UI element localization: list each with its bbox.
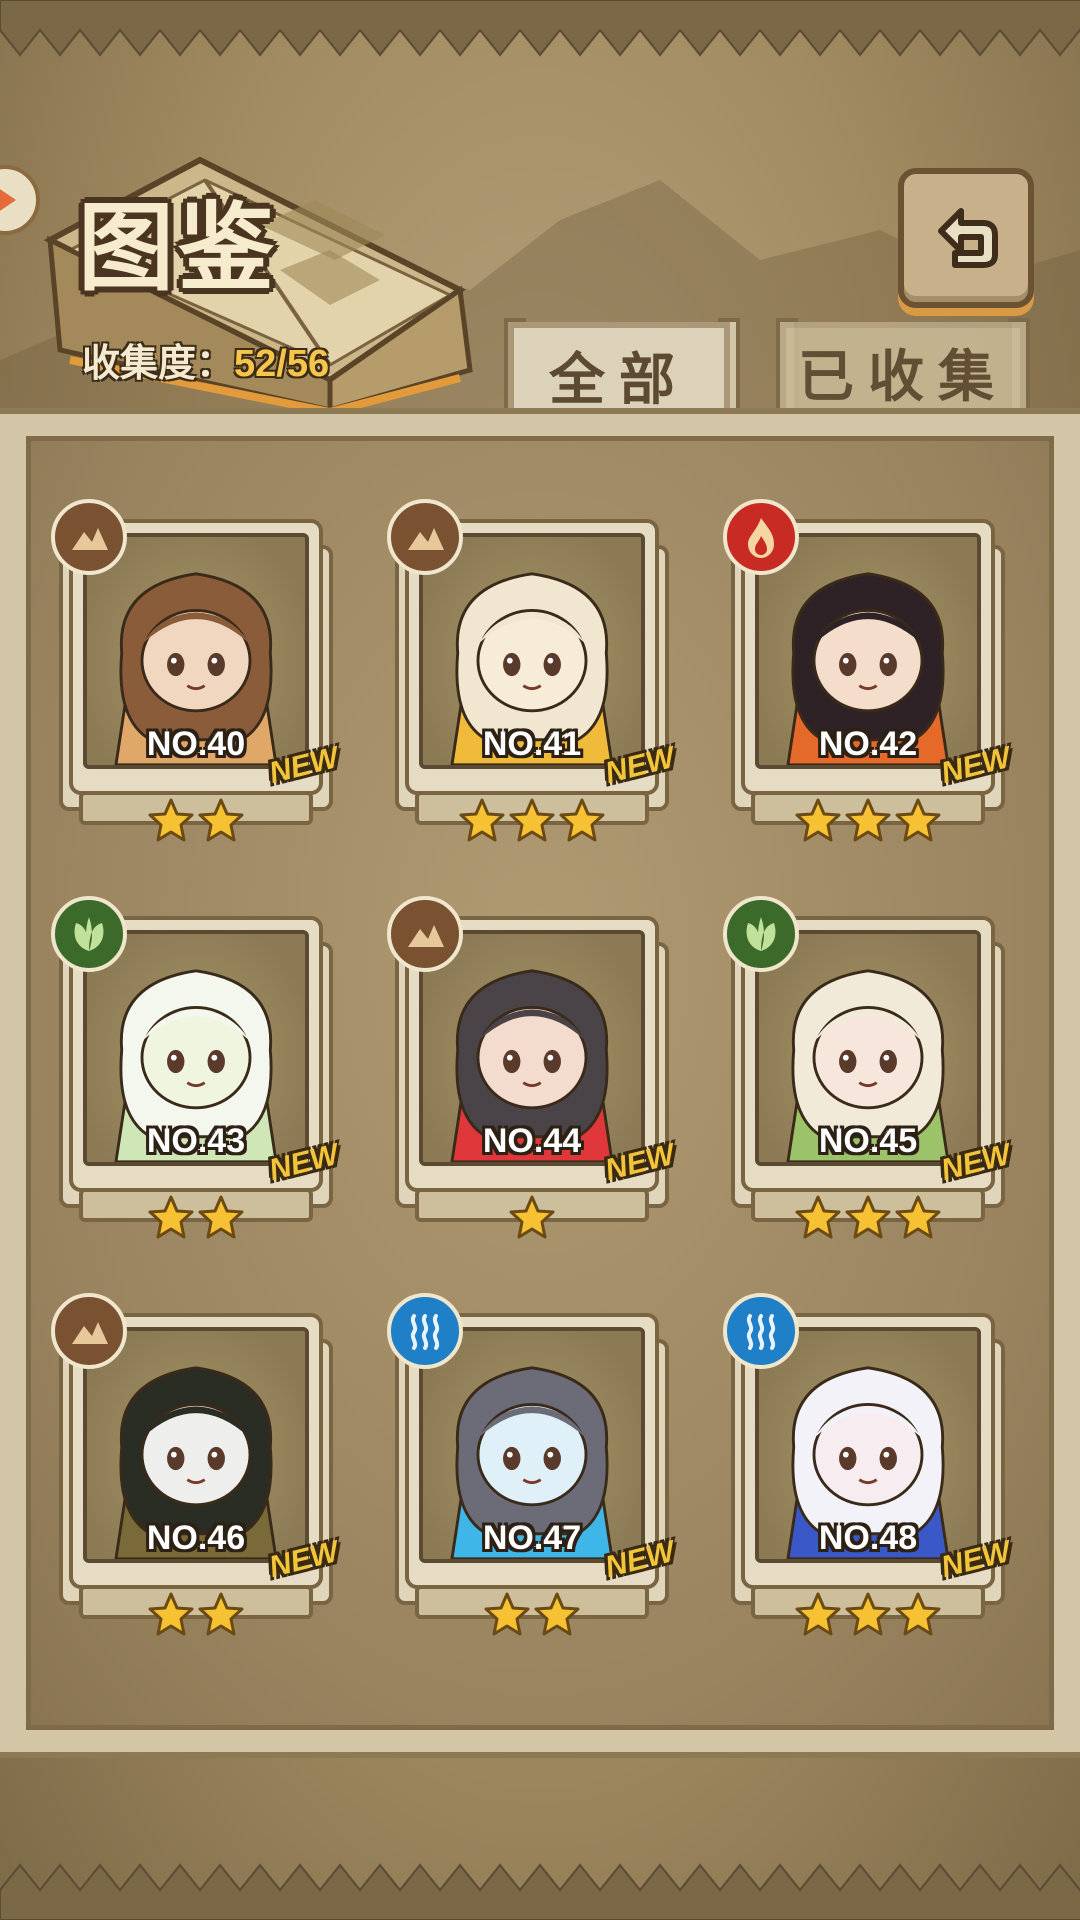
star-icon [559,798,605,842]
collection-progress: 收集度：52/56 [82,332,329,387]
rarity-stars [387,1194,677,1242]
star-icon [509,1195,555,1239]
collection-card[interactable]: NO.47 NEW [387,1293,678,1653]
star-icon [895,1592,941,1636]
water-icon [387,1293,463,1369]
back-button[interactable] [898,168,1034,308]
card-panel: NO.40NEW NO.41NEW NO.42NEW NO.43NEW [0,408,1080,1758]
earth-icon [51,499,127,575]
collection-card[interactable]: NO.41 NEW [387,499,678,859]
star-icon [845,798,891,842]
star-icon [895,1195,941,1239]
star-icon [509,798,555,842]
star-icon [895,798,941,842]
earth-icon [51,1293,127,1369]
collection-card[interactable]: NO.45 NEW [723,896,1014,1256]
leaf-icon [723,896,799,972]
rarity-stars [51,1591,341,1639]
rarity-stars [51,797,341,845]
star-icon [484,1592,530,1636]
star-icon [795,1592,841,1636]
star-icon [198,798,244,842]
rarity-stars [723,1194,1013,1242]
tab-all[interactable]: 全部 [508,322,730,422]
collection-card[interactable]: NO.42 NEW [723,499,1014,859]
star-icon [845,1592,891,1636]
collection-card[interactable]: NO.44 NEW [387,896,678,1256]
top-zigzag-border [0,0,1080,57]
collection-card[interactable]: NO.46 NEW [51,1293,342,1653]
star-icon [795,1195,841,1239]
water-icon [723,1293,799,1369]
collection-screen: 图鉴 收集度：52/56 全部 已收集 NO.40NEW NO.41NEW [0,0,1080,1920]
collection-card[interactable]: NO.43 NEW [51,896,342,1256]
earth-icon [387,499,463,575]
star-icon [795,798,841,842]
star-icon [148,798,194,842]
collection-label: 收集度： [82,343,235,385]
star-icon [459,798,505,842]
rarity-stars [51,1194,341,1242]
bottom-zigzag-border [0,1863,1080,1920]
collection-card[interactable]: NO.40 NEW [51,499,342,859]
fire-icon [723,499,799,575]
card-grid: NO.40NEW NO.41NEW NO.42NEW NO.43NEW [26,436,1054,1730]
rarity-stars [723,1591,1013,1639]
star-icon [845,1195,891,1239]
leaf-icon [51,896,127,972]
star-icon [198,1195,244,1239]
rarity-stars [387,1591,677,1639]
star-icon [148,1592,194,1636]
collection-value: 52/56 [234,343,330,385]
star-icon [534,1592,580,1636]
collection-card[interactable]: NO.48 NEW [723,1293,1014,1653]
page-title: 图鉴 [78,191,278,304]
back-arrow-icon [938,208,998,268]
earth-icon [387,896,463,972]
rarity-stars [387,797,677,845]
rarity-stars [723,797,1013,845]
star-icon [198,1592,244,1636]
star-icon [148,1195,194,1239]
tab-collected[interactable]: 已收集 [780,322,1026,422]
